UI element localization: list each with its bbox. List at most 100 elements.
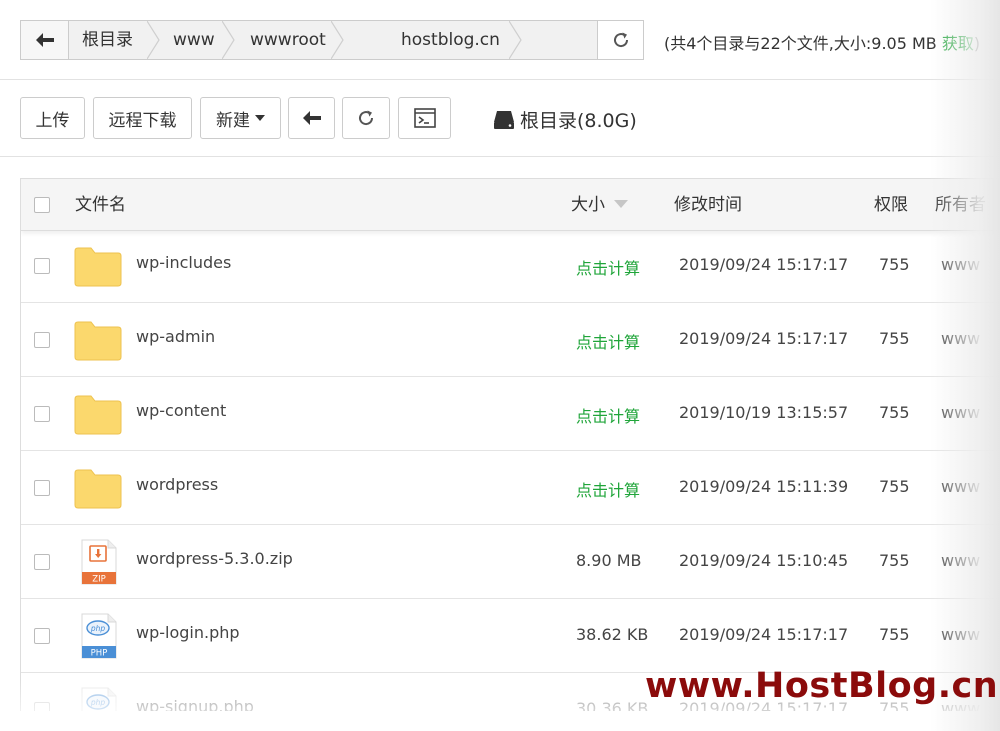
folder-icon [74,469,122,509]
calculate-size-link[interactable]: 点击计算 [576,403,640,427]
permission[interactable]: 755 [879,403,910,422]
owner[interactable]: www [941,625,980,644]
owner[interactable]: www [941,329,980,348]
arrow-left-icon [35,33,54,47]
header-permission[interactable]: 权限 [874,179,908,231]
calculate-size-link[interactable]: 点击计算 [576,329,640,353]
modified-time: 2019/09/24 15:11:39 [679,477,849,496]
table-row[interactable]: wp-content 点击计算 2019/10/19 13:15:57 755 … [21,377,1000,451]
modified-time: 2019/09/24 15:17:17 [679,255,849,274]
row-checkbox[interactable] [34,406,50,422]
table-row[interactable]: wp-admin 点击计算 2019/09/24 15:17:17 755 ww… [21,303,1000,377]
breadcrumb-www[interactable]: www [173,21,215,59]
file-name[interactable]: wp-login.php [136,623,240,642]
sort-caret-icon [614,200,628,208]
zip-label-text: ZIP [92,575,105,585]
row-checkbox[interactable] [34,554,50,570]
arrow-left-icon [302,111,321,125]
breadcrumb-separator [147,21,160,59]
disk-label: 根目录(8.0G) [520,110,637,132]
back-button[interactable] [288,97,335,139]
file-name[interactable]: wp-admin [136,327,215,346]
divider [0,156,1000,157]
modified-time: 2019/09/24 15:10:45 [679,551,849,570]
modified-time: 2019/09/24 15:17:17 [679,625,849,644]
calculate-size-link[interactable]: 点击计算 [576,255,640,279]
row-checkbox[interactable] [34,480,50,496]
permission[interactable]: 755 [879,551,910,570]
refresh-icon [359,110,374,126]
remote-download-label: 远程下载 [108,110,177,131]
terminal-icon [413,108,436,128]
header-modified-time[interactable]: 修改时间 [674,179,742,231]
breadcrumb-separator [509,21,522,59]
file-name[interactable]: wp-signup.php [136,697,254,711]
modified-time: 2019/10/19 13:15:57 [679,403,849,422]
folder-icon [74,321,122,361]
terminal-button[interactable] [398,97,451,139]
breadcrumb-hostblog[interactable]: hostblog.cn [401,21,500,59]
zip-file-icon: ZIP [81,539,117,585]
php-label-text: PHP [91,649,108,659]
refresh-icon [613,32,628,48]
folder-icon [74,395,122,435]
path-refresh-button[interactable] [597,21,643,59]
new-dropdown-button[interactable]: 新建 [200,97,281,139]
breadcrumb-wwwroot[interactable]: wwwroot [250,21,326,59]
path-bar: 根目录 www wwwroot hostblog.cn [20,20,644,60]
divider [0,79,1000,80]
header-filename[interactable]: 文件名 [75,179,126,231]
php-file-icon: php PHP [81,687,117,711]
file-size: 30.36 KB [576,699,649,711]
file-name[interactable]: wp-content [136,401,226,420]
owner[interactable]: www [941,403,980,422]
php-file-icon: php PHP [81,613,117,659]
file-name[interactable]: wordpress [136,475,218,494]
owner[interactable]: www [941,255,980,274]
summary-text: (共4个目录与22个文件,大小:9.05 MB [664,34,942,53]
file-table: 文件名 大小 修改时间 权限 所有者 wp-includes 点击计算 2019… [20,178,1000,711]
get-size-link[interactable]: 获取 [942,34,974,53]
row-checkbox[interactable] [34,332,50,348]
breadcrumb: 根目录 www wwwroot hostblog.cn [69,21,597,59]
new-label: 新建 [216,110,250,131]
file-name[interactable]: wp-includes [136,253,231,272]
breadcrumb-root[interactable]: 根目录 [82,21,133,59]
permission[interactable]: 755 [879,477,910,496]
row-checkbox[interactable] [34,628,50,644]
summary-close: ) [973,34,981,53]
directory-summary: (共4个目录与22个文件,大小:9.05 MB 获取) [664,30,980,54]
table-row[interactable]: ZIP wordpress-5.3.0.zip 8.90 MB 2019/09/… [21,525,1000,599]
refresh-button[interactable] [342,97,390,139]
permission[interactable]: 755 [879,255,910,274]
modified-time: 2019/09/24 15:17:17 [679,329,849,348]
remote-download-button[interactable]: 远程下载 [93,97,192,139]
breadcrumb-separator [331,21,344,59]
owner[interactable]: www [941,551,980,570]
select-all-checkbox[interactable] [34,197,50,213]
disk-info: 根目录(8.0G) [494,106,637,133]
row-checkbox[interactable] [34,258,50,274]
php-logo-text: php [90,698,106,707]
breadcrumb-separator [222,21,235,59]
php-logo-text: php [90,624,106,633]
upload-button[interactable]: 上传 [20,97,85,139]
path-back-button[interactable] [21,21,69,59]
header-size[interactable]: 大小 [571,179,605,231]
table-row[interactable]: wordpress 点击计算 2019/09/24 15:11:39 755 w… [21,451,1000,525]
hdd-icon [494,110,514,129]
table-row[interactable]: wp-includes 点击计算 2019/09/24 15:17:17 755… [21,229,1000,303]
file-name[interactable]: wordpress-5.3.0.zip [136,549,293,568]
owner[interactable]: www [941,477,980,496]
upload-label: 上传 [35,110,70,131]
file-size: 8.90 MB [576,551,642,570]
folder-icon [74,247,122,287]
row-checkbox[interactable] [34,702,50,711]
calculate-size-link[interactable]: 点击计算 [576,477,640,501]
table-header: 文件名 大小 修改时间 权限 所有者 [21,179,1000,231]
file-size: 38.62 KB [576,625,649,644]
header-owner[interactable]: 所有者 [935,179,986,231]
permission[interactable]: 755 [879,329,910,348]
table-row[interactable]: php PHP wp-login.php 38.62 KB 2019/09/24… [21,599,1000,673]
permission[interactable]: 755 [879,625,910,644]
